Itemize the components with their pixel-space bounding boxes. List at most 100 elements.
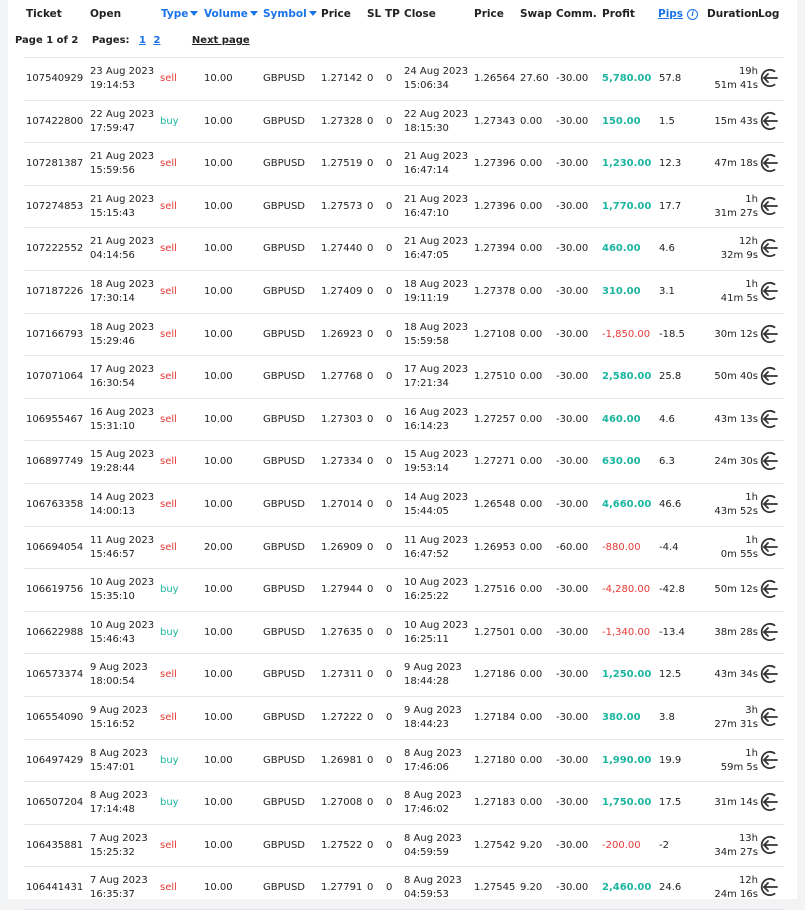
- close-price-cell: 1.27510: [474, 371, 516, 383]
- sl-cell: 0: [367, 158, 374, 170]
- sl-cell: 0: [367, 371, 374, 383]
- log-icon[interactable]: [758, 237, 780, 259]
- info-icon[interactable]: i: [687, 9, 699, 20]
- symbol-cell: GBPUSD: [263, 839, 306, 851]
- log-icon[interactable]: [758, 195, 780, 217]
- price-cell: 1.27142: [321, 73, 363, 84]
- type-cell: buy: [160, 584, 179, 596]
- table-row[interactable]: 106694054 11 Aug 2023 15:46:57 sell 20.00 GBP…: [24, 525, 784, 569]
- page-link-1[interactable]: 1: [139, 35, 146, 46]
- log-icon[interactable]: [758, 408, 780, 430]
- volume-cell: 10.00: [204, 498, 233, 510]
- table-row[interactable]: 106497429 8 Aug 2023 15:47:01 buy 10.00 GBPUS…: [24, 738, 784, 782]
- open-date: 18 Aug 2023: [90, 321, 155, 333]
- open-time: 15:15:43: [90, 207, 135, 219]
- table-row[interactable]: 106763358 14 Aug 2023 14:00:13 sell 10.00 GBP…: [24, 482, 784, 526]
- ticket-cell: 107222552: [26, 243, 84, 255]
- swap-cell: 0.00: [520, 797, 543, 809]
- close-cell: 8 Aug 2023 17:46:06: [404, 747, 462, 775]
- sl-cell: 0: [367, 584, 374, 596]
- open-time: 15:46:43: [90, 633, 135, 645]
- log-icon[interactable]: [758, 706, 780, 728]
- table-row[interactable]: 107281387 21 Aug 2023 15:59:56 sell 10.00 GBP…: [24, 142, 784, 185]
- table-row[interactable]: 106622988 10 Aug 2023 15:46:43 buy 10.00 GBPU…: [24, 610, 784, 654]
- table-row[interactable]: 107222552 21 Aug 2023 04:14:56 sell 10.00 GBP…: [24, 227, 784, 270]
- col-volume[interactable]: Volume: [204, 8, 258, 20]
- log-icon[interactable]: [758, 110, 780, 132]
- log-icon[interactable]: [758, 493, 780, 515]
- table-row[interactable]: 106554090 9 Aug 2023 15:16:52 sell 10.00 GBPU…: [24, 695, 784, 739]
- log-icon[interactable]: [758, 876, 780, 898]
- close-cell: 8 Aug 2023 17:46:02: [404, 789, 462, 817]
- table-row[interactable]: 107187226 18 Aug 2023 17:30:14 sell 10.00 GBP…: [24, 269, 784, 313]
- swap-cell: 0.00: [520, 200, 543, 212]
- log-icon[interactable]: [758, 536, 780, 558]
- log-icon[interactable]: [758, 621, 780, 643]
- type-cell: buy: [160, 115, 179, 127]
- price-cell: 1.27311: [321, 669, 363, 681]
- table-row[interactable]: 107422800 22 Aug 2023 17:59:47 buy 10.00 GBPU…: [24, 99, 784, 143]
- symbol-cell: GBPUSD: [263, 711, 306, 723]
- open-cell: 18 Aug 2023 15:29:46: [90, 321, 154, 349]
- col-type-label: Type: [161, 8, 189, 20]
- log-icon[interactable]: [758, 663, 780, 685]
- swap-cell: 0.00: [520, 115, 543, 127]
- profit-cell: 2,460.00: [602, 882, 652, 894]
- symbol-cell: GBPUSD: [263, 371, 306, 383]
- duration-cell: 13h 34m 27s: [710, 832, 758, 860]
- col-type[interactable]: Type: [161, 8, 199, 20]
- close-date: 8 Aug 2023: [404, 790, 462, 802]
- open-date: 22 Aug 2023: [90, 108, 155, 120]
- sort-down-icon: [308, 11, 317, 16]
- col-sl: SL: [367, 8, 382, 20]
- comm-cell: -30.00: [556, 882, 589, 894]
- log-icon[interactable]: [758, 834, 780, 856]
- table-row[interactable]: 107071064 17 Aug 2023 16:30:54 sell 10.00 GBP…: [24, 355, 784, 398]
- table-row[interactable]: 106897749 15 Aug 2023 19:28:44 sell 10.00 GBP…: [24, 440, 784, 483]
- log-icon[interactable]: [758, 365, 780, 387]
- table-row[interactable]: 106435881 7 Aug 2023 15:25:32 sell 10.00 GBPU…: [24, 823, 784, 867]
- table-row[interactable]: 106441431 7 Aug 2023 16:35:37 sell 10.00 GBPU…: [24, 866, 784, 910]
- table-row[interactable]: 106573374 9 Aug 2023 18:00:54 sell 10.00 GBPU…: [24, 653, 784, 696]
- table-row[interactable]: 107274853 21 Aug 2023 15:15:43 sell 10.00 GBP…: [24, 184, 784, 228]
- table-row[interactable]: 106955467 16 Aug 2023 15:31:10 sell 10.00 GBP…: [24, 397, 784, 441]
- log-icon[interactable]: [758, 791, 780, 813]
- table-row[interactable]: 106507204 8 Aug 2023 17:14:48 buy 10.00 GBPUS…: [24, 781, 784, 824]
- log-icon[interactable]: [758, 450, 780, 472]
- col-symbol[interactable]: Symbol: [263, 8, 317, 20]
- open-cell: 15 Aug 2023 19:28:44: [90, 448, 154, 476]
- col-close[interactable]: Close: [404, 8, 436, 20]
- sl-cell: 0: [367, 413, 374, 425]
- col-price: Price: [321, 8, 351, 20]
- col-pips[interactable]: Pips i: [658, 8, 699, 20]
- ticket-cell: 107166793: [26, 328, 84, 340]
- log-icon[interactable]: [758, 152, 780, 174]
- volume-cell: 10.00: [204, 328, 233, 340]
- close-price-cell: 1.27516: [474, 584, 516, 596]
- col-pips-label[interactable]: Pips: [658, 8, 683, 20]
- page-link-2[interactable]: 2: [153, 35, 160, 46]
- log-icon[interactable]: [758, 280, 780, 302]
- table-row[interactable]: 106619756 10 Aug 2023 15:35:10 buy 10.00 GBPU…: [24, 568, 784, 611]
- type-cell: sell: [160, 669, 177, 681]
- duration-cell: 1h 31m 27s: [710, 193, 758, 221]
- volume-cell: 10.00: [204, 243, 233, 255]
- col-open[interactable]: Open: [90, 8, 121, 20]
- table-row[interactable]: 107166793 18 Aug 2023 15:29:46 sell 10.00 GBP…: [24, 312, 784, 356]
- price-cell: 1.27409: [321, 285, 363, 297]
- log-icon[interactable]: [758, 578, 780, 600]
- volume-cell: 10.00: [204, 584, 233, 596]
- log-icon[interactable]: [758, 323, 780, 345]
- next-page-link[interactable]: Next page: [192, 35, 250, 46]
- profit-cell: -4,280.00: [602, 584, 651, 596]
- open-time: 04:14:56: [90, 250, 135, 262]
- close-price-cell: 1.26548: [474, 498, 516, 510]
- table-row[interactable]: 107540929 23 Aug 2023 19:14:53 sell 10.00 GBP…: [24, 57, 784, 100]
- close-price-cell: 1.27394: [474, 243, 516, 255]
- log-icon[interactable]: [758, 749, 780, 771]
- sl-cell: 0: [367, 200, 374, 212]
- close-price-cell: 1.27545: [474, 882, 516, 894]
- log-icon[interactable]: [758, 67, 780, 89]
- duration-part: 41m 5s: [720, 292, 758, 304]
- symbol-cell: GBPUSD: [263, 882, 306, 894]
